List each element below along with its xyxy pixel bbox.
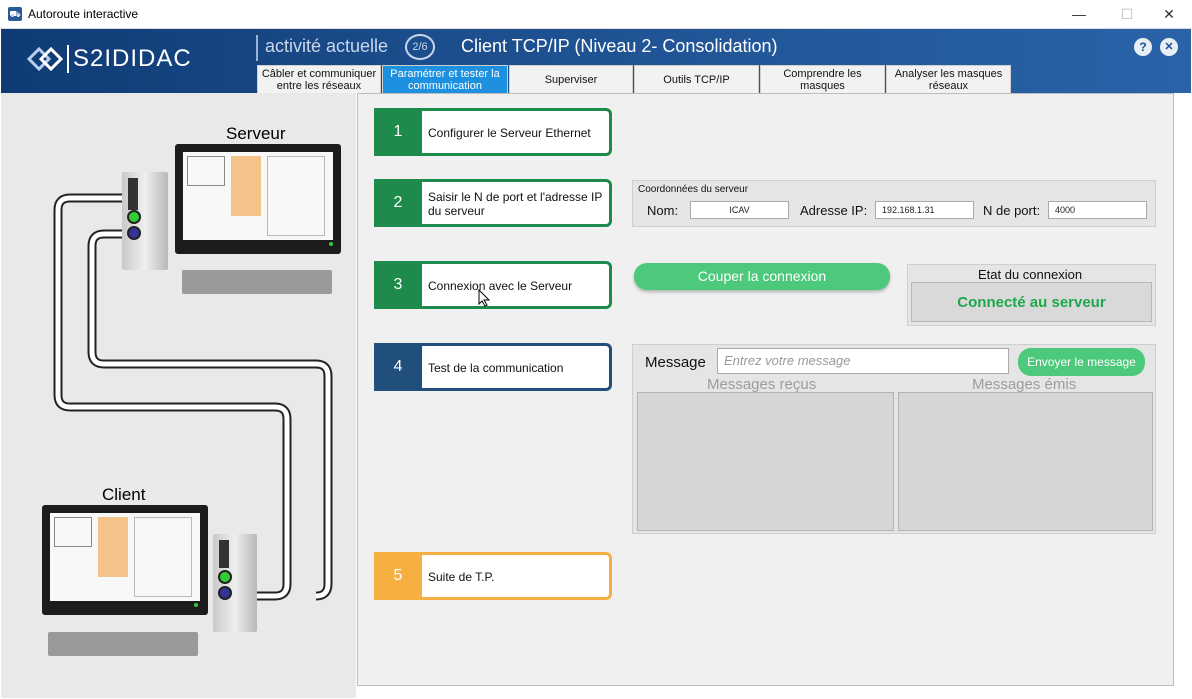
connection-status: Connecté au serveur (911, 282, 1152, 322)
page-title: Client TCP/IP (Niveau 2- Consolidation) (461, 36, 778, 56)
tab-outils[interactable]: Outils TCP/IP (634, 65, 759, 93)
step-5-number: 5 (374, 552, 422, 600)
server-tower (122, 172, 168, 270)
ip-label: Adresse IP: (800, 203, 868, 218)
sent-messages-title: Messages émis (972, 376, 1077, 393)
server-port-input[interactable]: 4000 (1048, 201, 1147, 219)
tab-parametrer[interactable]: Paramétrer et tester la communication (382, 65, 508, 93)
step-5-text: Suite de T.P. (428, 570, 495, 584)
minimize-button[interactable]: — (1056, 0, 1102, 29)
client-keyboard (48, 632, 198, 656)
app-close-button[interactable]: ✕ (1160, 38, 1178, 56)
step-3-number: 3 (374, 261, 422, 309)
step-1-text: Configurer le Serveur Ethernet (428, 126, 591, 140)
sent-messages-list[interactable] (898, 392, 1153, 531)
server-keyboard (182, 270, 332, 294)
step-2-number: 2 (374, 179, 422, 227)
name-label: Nom: (647, 203, 679, 218)
window-close-button[interactable]: ✕ (1146, 0, 1192, 29)
received-messages-title: Messages reçus (707, 376, 817, 393)
help-button[interactable]: ? (1134, 38, 1152, 56)
mouse-cursor-icon (478, 289, 490, 307)
step-4-text: Test de la communication (428, 361, 564, 375)
server-coords-title: Coordonnées du serveur (638, 184, 749, 195)
disconnect-button[interactable]: Couper la connexion (634, 263, 890, 290)
client-label: Client (102, 485, 146, 504)
step-1-number: 1 (374, 108, 422, 156)
step-3-text: Connexion avec le Serveur (428, 279, 573, 293)
port-label: N de port: (983, 203, 1041, 218)
maximize-button[interactable]: ☐ (1104, 0, 1150, 29)
tab-comprendre[interactable]: Comprendre les masques (760, 65, 885, 93)
received-messages-list[interactable] (637, 392, 894, 531)
server-ip-input[interactable]: 192.168.1.31 (875, 201, 974, 219)
server-monitor (175, 144, 341, 254)
server-label: Serveur (226, 124, 286, 143)
client-screen (50, 513, 200, 601)
step-2-text: Saisir le N de port et l'adresse IP du s… (428, 190, 603, 218)
client-tower (213, 534, 257, 632)
step-4-number: 4 (374, 343, 422, 391)
tab-superviser[interactable]: Superviser (509, 65, 633, 93)
send-message-button[interactable]: Envoyer le message (1018, 348, 1145, 376)
server-name-input[interactable]: ICAV (690, 201, 789, 219)
message-label: Message (645, 354, 706, 371)
connection-state-title: Etat du connexion (978, 267, 1083, 282)
tab-analyser[interactable]: Analyser les masques réseaux (886, 65, 1011, 93)
message-input[interactable]: Entrez votre message (717, 348, 1009, 374)
server-screen (183, 152, 333, 240)
client-monitor (42, 505, 208, 615)
step-indicator: 2/6 (405, 34, 435, 60)
